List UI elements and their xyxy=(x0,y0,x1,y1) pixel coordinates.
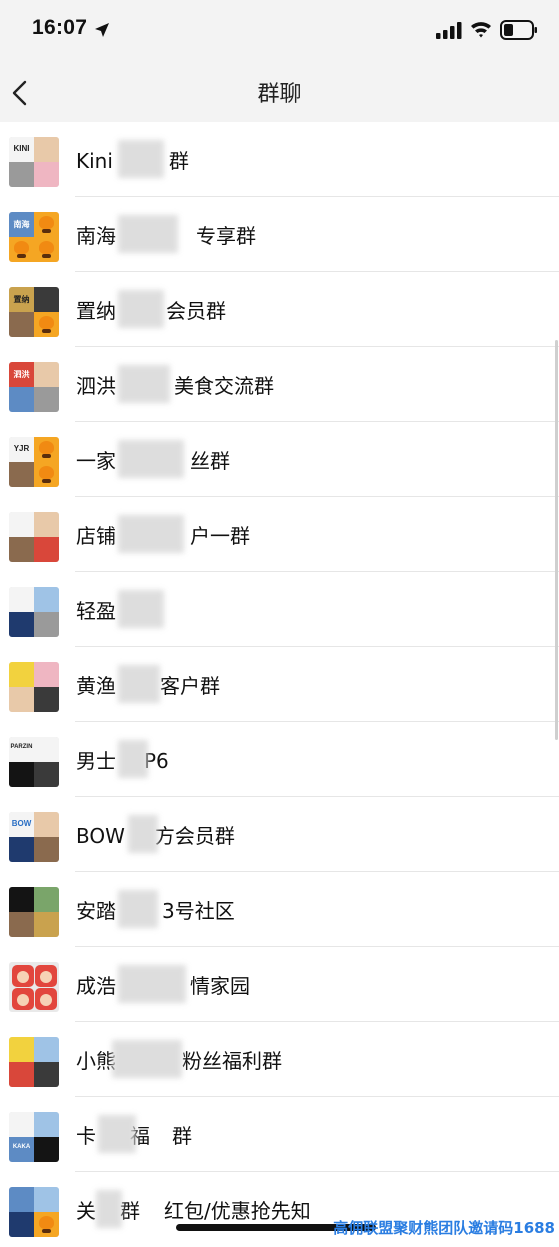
group-row[interactable]: 安踏 3号社区 xyxy=(0,872,559,947)
group-row[interactable]: PARZIN 男士 P6 xyxy=(0,722,559,797)
group-row[interactable]: 泗洪 泗洪 美食交流群 xyxy=(0,347,559,422)
blur-mask xyxy=(128,815,158,853)
group-name: 轻盈 xyxy=(76,599,116,623)
group-avatar: 南海 xyxy=(9,212,59,262)
group-avatar: 泗洪 xyxy=(9,362,59,412)
blur-mask xyxy=(118,290,164,328)
group-avatar xyxy=(9,662,59,712)
scrollbar[interactable] xyxy=(555,340,558,740)
group-avatar: BOW xyxy=(9,812,59,862)
signal-icon xyxy=(436,22,462,39)
group-avatar: KAKA xyxy=(9,1112,59,1162)
group-name: 泗洪 美食交流群 xyxy=(76,374,274,398)
blur-mask xyxy=(118,890,158,928)
group-avatar: 置纳 xyxy=(9,287,59,337)
group-row[interactable]: 黄渔 客户群 xyxy=(0,647,559,722)
group-row[interactable]: YJR 一家 丝群 xyxy=(0,422,559,497)
group-avatar: YJR xyxy=(9,437,59,487)
group-avatar xyxy=(9,1187,59,1237)
nav-bar: 群聊 xyxy=(0,62,559,122)
blur-mask xyxy=(118,590,164,628)
group-row[interactable]: 小熊 粉丝福利群 xyxy=(0,1022,559,1097)
group-row[interactable]: 成浩 情家园 xyxy=(0,947,559,1022)
group-row[interactable]: BOW BOW 方会员群 xyxy=(0,797,559,872)
blur-mask xyxy=(112,1040,182,1078)
blur-mask xyxy=(118,440,184,478)
status-time: 16:07 xyxy=(32,16,88,39)
group-row[interactable]: 轻盈 xyxy=(0,572,559,647)
location-arrow-icon xyxy=(95,23,109,37)
group-row[interactable]: KINI Kini 群 xyxy=(0,122,559,197)
group-row[interactable]: 南海 南海 专享群 xyxy=(0,197,559,272)
group-list: KINI Kini 群 南海 南海 专享群 置纳 置纳 会员群 泗洪 泗洪 美食… xyxy=(0,122,559,1247)
blur-mask xyxy=(118,365,170,403)
group-avatar: KINI xyxy=(9,137,59,187)
blur-mask xyxy=(118,965,186,1003)
group-row[interactable]: KAKA 卡福群 xyxy=(0,1097,559,1172)
page-title: 群聊 xyxy=(257,82,302,107)
blur-mask xyxy=(118,665,160,703)
group-avatar xyxy=(9,1037,59,1087)
group-avatar xyxy=(9,887,59,937)
battery-icon xyxy=(500,20,537,40)
blur-mask xyxy=(118,515,184,553)
group-avatar xyxy=(9,962,59,1012)
group-row[interactable]: 店铺 户一群 xyxy=(0,497,559,572)
watermark-text: 高佣联盟聚财熊团队邀请码1688 xyxy=(333,1219,555,1237)
blur-mask xyxy=(118,215,178,253)
group-avatar xyxy=(9,587,59,637)
group-avatar xyxy=(9,512,59,562)
blur-mask xyxy=(118,140,164,178)
group-avatar: PARZIN xyxy=(9,737,59,787)
blur-mask xyxy=(98,1115,136,1153)
group-row[interactable]: 置纳 置纳 会员群 xyxy=(0,272,559,347)
status-bar: 16:07 xyxy=(0,0,559,62)
blur-mask xyxy=(118,740,148,778)
wifi-icon xyxy=(471,22,491,38)
blur-mask xyxy=(96,1190,122,1228)
